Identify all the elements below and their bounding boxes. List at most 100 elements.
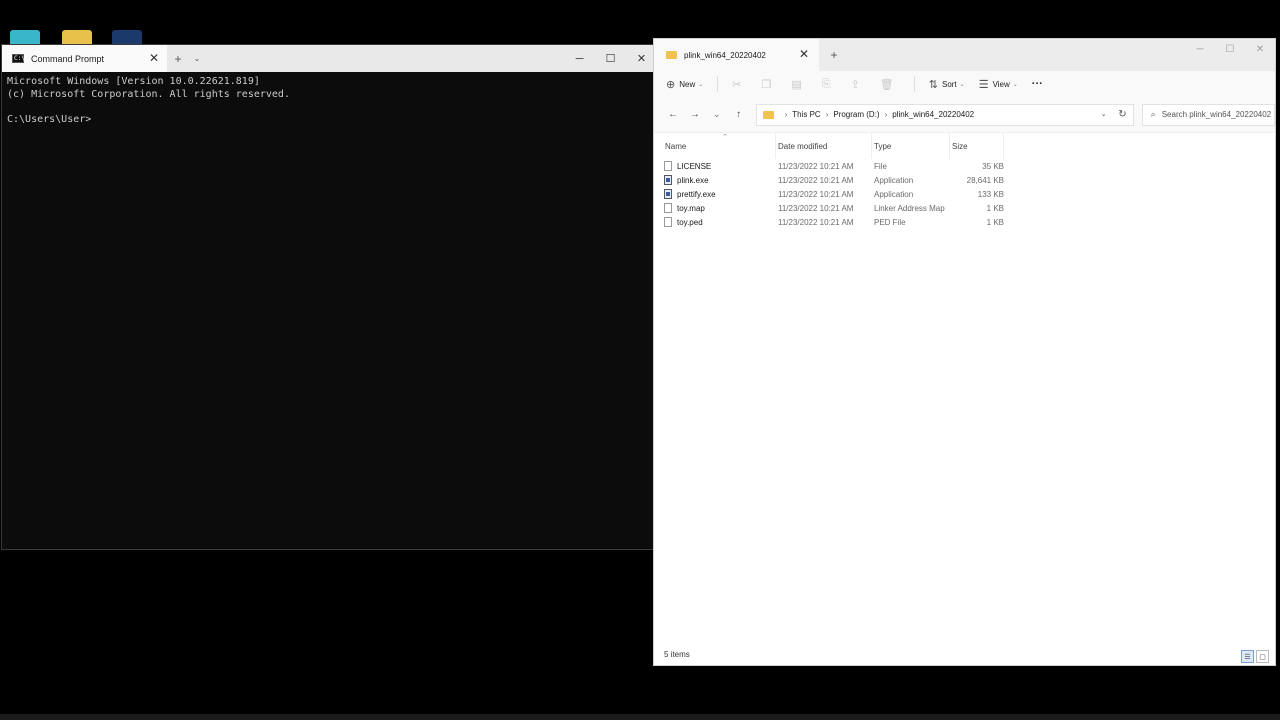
file-explorer-window: plink_win64_20220402 ✕ + ─ ☐ ✕ ⊕ New ⌄ ✂… xyxy=(653,38,1276,666)
file-name: LICENSE xyxy=(677,161,712,171)
file-icon xyxy=(664,217,672,227)
file-row[interactable]: LICENSE 11/23/2022 10:21 AM File 35 KB xyxy=(664,159,1275,173)
toolbar-divider xyxy=(717,76,719,92)
view-button[interactable]: ☰ View ⌄ xyxy=(979,78,1018,91)
file-row[interactable]: plink.exe 11/23/2022 10:21 AM Applicatio… xyxy=(664,173,1275,187)
file-name: plink.exe xyxy=(677,175,709,185)
file-date: 11/23/2022 10:21 AM xyxy=(778,217,854,227)
recent-locations-button[interactable]: ⌄ xyxy=(706,109,728,120)
column-header-row: ⌃ Name Date modified Type Size xyxy=(664,133,1275,159)
file-date: 11/23/2022 10:21 AM xyxy=(778,203,854,213)
command-bar: ⊕ New ⌄ ✂ ❐ ▤ ⎘ ⇪ 🗑 ⇅ Sort ⌄ ☰ View ⌄ ··… xyxy=(654,71,1275,97)
new-tab-button[interactable]: + xyxy=(167,45,189,72)
command-prompt-icon: C:\_ xyxy=(12,54,29,63)
column-date-modified[interactable]: Date modified xyxy=(776,133,872,159)
file-type: Application xyxy=(874,175,914,185)
console-line: ​ xyxy=(7,101,652,114)
address-row: ← → ⌄ ↑ › This PC › Program (D:) › plink… xyxy=(654,97,1276,133)
maximize-button[interactable]: ☐ xyxy=(595,45,626,72)
file-date: 11/23/2022 10:21 AM xyxy=(778,189,854,199)
copy-icon[interactable]: ❐ xyxy=(761,78,771,91)
new-tab-button[interactable]: + xyxy=(819,39,849,71)
chevron-down-icon: ⌄ xyxy=(1012,81,1018,88)
explorer-tab-title: plink_win64_20220402 xyxy=(684,50,766,60)
toolbar-divider xyxy=(913,76,915,92)
tiles-view-icon[interactable]: ▢ xyxy=(1256,650,1269,663)
breadcrumb-item[interactable]: Program (D:) xyxy=(833,110,879,119)
search-placeholder: Search plink_win64_20220402 xyxy=(1161,110,1272,119)
forward-button[interactable]: → xyxy=(684,109,706,120)
app-icon xyxy=(664,189,672,199)
folder-icon xyxy=(666,51,677,59)
back-button[interactable]: ← xyxy=(662,109,684,120)
taskbar xyxy=(0,714,1280,720)
breadcrumb-separator: › xyxy=(825,110,829,119)
file-type: File xyxy=(874,161,887,171)
plus-circle-icon: ⊕ xyxy=(666,78,676,91)
column-name[interactable]: Name xyxy=(664,133,776,159)
explorer-tab[interactable]: plink_win64_20220402 ✕ xyxy=(654,39,819,71)
file-icon xyxy=(664,161,672,171)
file-icon xyxy=(664,203,672,213)
minimize-button[interactable]: ─ xyxy=(564,45,595,72)
column-size[interactable]: Size xyxy=(950,133,1004,159)
cut-icon[interactable]: ✂ xyxy=(732,78,741,91)
desktop-app-icon[interactable] xyxy=(10,30,40,44)
close-tab-icon[interactable]: ✕ xyxy=(799,48,809,60)
new-label: New xyxy=(679,79,696,89)
refresh-icon[interactable]: ↻ xyxy=(1118,109,1126,120)
file-row[interactable]: toy.map 11/23/2022 10:21 AM Linker Addre… xyxy=(664,201,1275,215)
desktop-settings-icon[interactable] xyxy=(112,30,142,44)
view-toggle: ☰ ▢ xyxy=(1239,650,1269,663)
paste-icon[interactable]: ▤ xyxy=(791,78,801,91)
maximize-button[interactable]: ☐ xyxy=(1215,39,1245,59)
details-view-icon[interactable]: ☰ xyxy=(1241,650,1254,663)
address-bar[interactable]: › This PC › Program (D:) › plink_win64_2… xyxy=(755,103,1134,126)
app-icon xyxy=(664,175,672,185)
explorer-titlebar[interactable]: plink_win64_20220402 ✕ + ─ ☐ ✕ xyxy=(654,39,1275,71)
column-type[interactable]: Type xyxy=(872,133,950,159)
view-icon: ☰ xyxy=(978,78,989,91)
desktop-folder-icon[interactable] xyxy=(62,30,92,44)
chevron-down-icon: ⌄ xyxy=(698,81,704,88)
file-list: ⌃ Name Date modified Type Size LICENSE 1… xyxy=(654,133,1275,229)
search-icon: ⌕ xyxy=(1150,109,1156,119)
minimize-button[interactable]: ─ xyxy=(1185,39,1215,59)
breadcrumb-item[interactable]: This PC xyxy=(792,110,820,119)
console-prompt: C:\Users\User> xyxy=(7,114,92,126)
breadcrumb-item[interactable]: plink_win64_20220402 xyxy=(892,110,974,119)
close-button[interactable]: ✕ xyxy=(1245,39,1275,59)
chevron-down-icon[interactable]: ⌄ xyxy=(1101,110,1107,118)
breadcrumb-separator: › xyxy=(884,110,888,119)
file-name: toy.map xyxy=(677,203,705,213)
search-box[interactable]: ⌕ Search plink_win64_20220402 xyxy=(1141,103,1276,126)
status-item-count: 5 items xyxy=(664,650,690,659)
file-size: 35 KB xyxy=(982,161,1004,171)
file-row[interactable]: prettify.exe 11/23/2022 10:21 AM Applica… xyxy=(664,187,1275,201)
command-prompt-window: C:\_ Command Prompt ✕ + ⌄ ─ ☐ ✕ Microsof… xyxy=(1,44,658,550)
delete-icon[interactable]: 🗑 xyxy=(880,78,894,91)
file-size: 133 KB xyxy=(977,189,1004,199)
terminal-console[interactable]: Microsoft Windows [Version 10.0.22621.81… xyxy=(2,72,657,131)
file-date: 11/23/2022 10:21 AM xyxy=(778,161,854,171)
file-date: 11/23/2022 10:21 AM xyxy=(778,175,854,185)
file-size: 1 KB xyxy=(986,203,1004,213)
terminal-tab[interactable]: C:\_ Command Prompt ✕ xyxy=(2,45,167,72)
share-icon[interactable]: ⇪ xyxy=(851,78,860,91)
more-options-button[interactable]: ··· xyxy=(1032,78,1043,90)
terminal-tab-title: Command Prompt xyxy=(31,53,105,64)
rename-icon[interactable]: ⎘ xyxy=(822,78,831,91)
up-button[interactable]: ↑ xyxy=(728,109,750,120)
chevron-down-icon[interactable]: ⌄ xyxy=(189,45,205,72)
close-tab-icon[interactable]: ✕ xyxy=(149,52,159,64)
breadcrumb-separator: › xyxy=(784,110,788,119)
more-icon: ··· xyxy=(1031,78,1043,90)
sort-icon: ⇅ xyxy=(928,78,938,91)
new-button[interactable]: ⊕ New ⌄ xyxy=(666,78,703,91)
console-line: (c) Microsoft Corporation. All rights re… xyxy=(7,88,290,100)
file-type: PED File xyxy=(874,217,906,227)
sort-caret-icon: ⌃ xyxy=(722,134,728,141)
terminal-titlebar[interactable]: C:\_ Command Prompt ✕ + ⌄ ─ ☐ ✕ xyxy=(2,45,657,72)
sort-button[interactable]: ⇅ Sort ⌄ xyxy=(929,78,965,91)
file-row[interactable]: toy.ped 11/23/2022 10:21 AM PED File 1 K… xyxy=(664,215,1275,229)
